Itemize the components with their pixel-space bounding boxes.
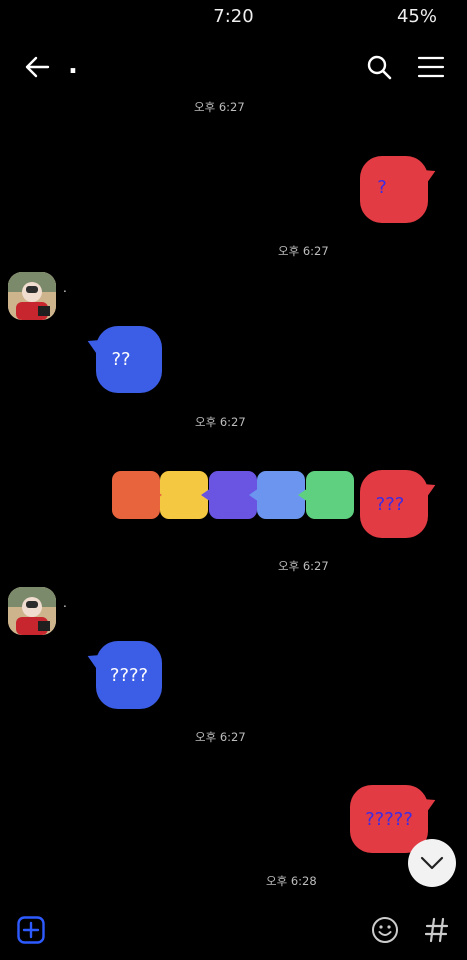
my-message-bubble[interactable]: ????? [350, 785, 439, 853]
hashtag-search-button[interactable] [422, 915, 452, 945]
my-message-bubble[interactable]: ? [360, 156, 439, 223]
timestamp: 오후 6:27 [195, 730, 246, 744]
emoji-button[interactable] [370, 915, 400, 945]
menu-icon[interactable] [416, 52, 446, 82]
timestamp: 오후 6:27 [278, 244, 329, 258]
scroll-to-bottom-button[interactable] [408, 839, 456, 887]
timestamp: 오후 6:27 [195, 415, 246, 429]
chip-connector [249, 488, 259, 502]
hashtag-icon [425, 917, 449, 943]
message-text: ??? [375, 493, 405, 515]
add-attachment-button[interactable] [16, 915, 46, 945]
battery-level: 45% [396, 6, 437, 27]
timestamp: 오후 6:27 [194, 100, 245, 114]
sender-name: . [63, 281, 67, 295]
chevron-down-icon [420, 856, 444, 870]
message-text: ???? [109, 664, 149, 686]
sender-name: . [63, 596, 67, 610]
message-text: ?? [111, 349, 131, 370]
chip-connector [201, 488, 211, 502]
chat-title: . [68, 50, 78, 80]
sticker-chip [306, 471, 354, 519]
avatar[interactable] [8, 587, 56, 635]
their-message-bubble[interactable]: ?? [84, 326, 162, 393]
my-message-bubble[interactable]: ??? [360, 470, 439, 538]
message-text: ????? [365, 808, 413, 830]
message-text: ? [377, 177, 387, 198]
smiley-icon [372, 917, 398, 943]
timestamp: 오후 6:28 [266, 874, 317, 888]
plus-icon [17, 916, 45, 944]
avatar[interactable] [8, 272, 56, 320]
their-message-bubble[interactable]: ???? [84, 641, 162, 709]
chip-connector [152, 488, 162, 502]
timestamp: 오후 6:27 [278, 559, 329, 573]
back-arrow-icon[interactable] [22, 52, 52, 82]
chip-connector [298, 488, 308, 502]
search-icon[interactable] [364, 52, 394, 82]
